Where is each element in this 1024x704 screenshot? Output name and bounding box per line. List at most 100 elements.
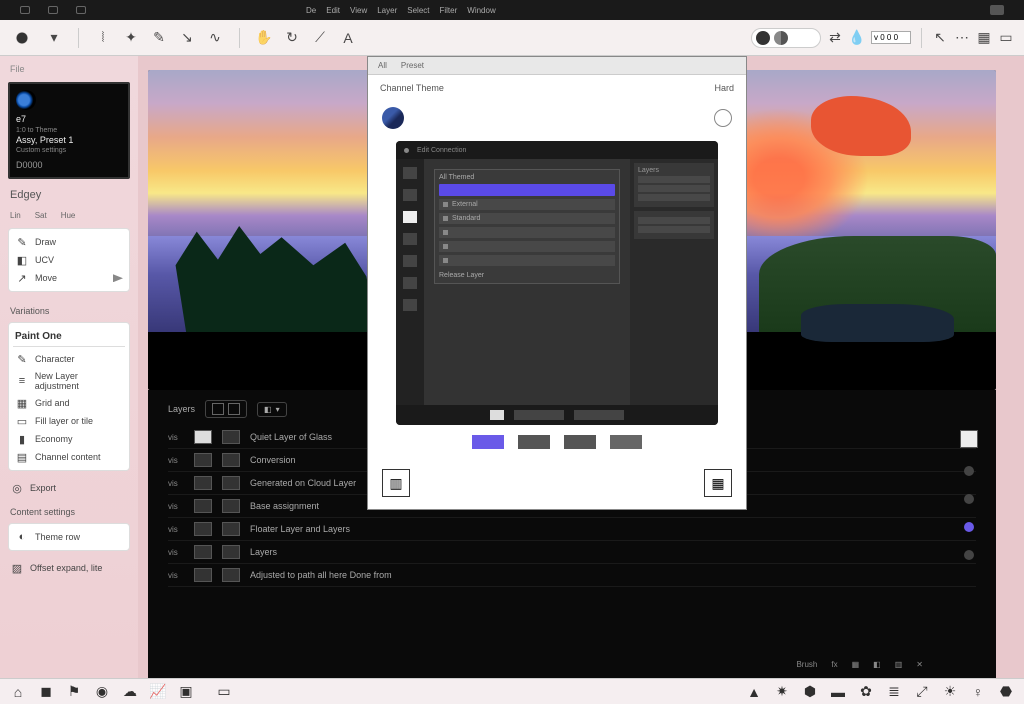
chart-icon[interactable]: 📈	[150, 684, 166, 700]
sidebar-item-grid[interactable]: ▦Grid and	[13, 394, 125, 412]
layers-right-tools	[960, 430, 978, 560]
chat-icon[interactable]: ▬	[830, 684, 846, 700]
layers-icon[interactable]: ≣	[886, 684, 902, 700]
flag-icon[interactable]: ⚑	[66, 684, 82, 700]
sidebar-item-economy[interactable]: ▮Economy	[13, 430, 125, 448]
os-tray-icon[interactable]	[990, 5, 1004, 15]
tools-group: ✎Draw ◧UCV ↗Move	[8, 228, 130, 292]
sidebar-bottom-note: ▨Offset expand, lite	[8, 559, 130, 577]
tree-icon[interactable]: ⬢	[802, 684, 818, 700]
mode-row[interactable]: LinSatHue	[10, 211, 128, 220]
content-heading: Content settings	[10, 507, 128, 517]
char-icon: ✎	[15, 353, 29, 365]
preview-sidebar	[396, 159, 424, 405]
dot-icon[interactable]	[964, 550, 974, 560]
preview-right: Layers	[630, 159, 718, 405]
sidebar-item-theme[interactable]: ◐Theme row	[13, 528, 125, 546]
wand-icon[interactable]: ✦	[123, 30, 139, 46]
swatch[interactable]	[610, 435, 642, 449]
marker-icon[interactable]: ⬣	[998, 684, 1014, 700]
preview-bottom	[396, 405, 718, 425]
swap-icon[interactable]: ⇄	[827, 30, 843, 46]
chevron-icon	[113, 274, 123, 282]
bulb-icon[interactable]: ♀	[970, 684, 986, 700]
layers-footer[interactable]: Brushfx▦◧▥✕	[793, 659, 926, 670]
grid2-icon: ▦	[15, 397, 29, 409]
sidebar-item-draw[interactable]: ✎Draw	[13, 233, 125, 251]
swatch[interactable]	[518, 435, 550, 449]
lines-icon: ≡	[15, 375, 29, 387]
layer-opts-segment[interactable]: ◧▾	[257, 402, 287, 417]
refresh-icon[interactable]	[714, 109, 732, 127]
layers-label: Layers	[168, 404, 195, 414]
up-icon[interactable]: ▲	[746, 684, 762, 700]
dialog-mode: Hard	[714, 83, 734, 93]
content-group: ◐Theme row	[8, 523, 130, 551]
tool-options-bar: ▾ ⦚ ✦ ✎ ↘ ∿ ✋ ↻ ⟋ A ⇄ 💧 ↖ ⋯ ▦ ▭	[0, 20, 1024, 56]
layer-mode-segment[interactable]	[205, 400, 247, 418]
eyedrop-icon[interactable]: ⟋	[312, 30, 328, 46]
panel-icon[interactable]: ▭	[998, 30, 1014, 46]
circle-icon[interactable]: ◉	[94, 684, 110, 700]
apply-button[interactable]: ▦	[704, 469, 732, 497]
color-swatch[interactable]	[960, 430, 978, 448]
lasso-icon[interactable]: ⦚	[95, 30, 111, 46]
split-icon: ◧	[15, 254, 29, 266]
window-icon[interactable]: ▭	[216, 684, 232, 700]
sidebar-item-channel[interactable]: ▤Channel content	[13, 448, 125, 466]
swatch[interactable]	[564, 435, 596, 449]
app-menu[interactable]: DeEditViewLayerSelectFilterWindow	[306, 6, 496, 15]
layer-row[interactable]: visAdjusted to path all here Done from	[168, 564, 976, 587]
gear-icon[interactable]: ✿	[858, 684, 874, 700]
fill-icon[interactable]: ◼	[38, 684, 54, 700]
drop-icon[interactable]: 💧	[849, 30, 865, 46]
target-icon: ◎	[10, 482, 24, 494]
sidebar-item-character[interactable]: ✎Character	[13, 350, 125, 368]
more-icon[interactable]: ⋯	[954, 30, 970, 46]
rows-icon: ▤	[15, 451, 29, 463]
mode-label: Edgey	[10, 189, 128, 201]
sidebar-item-fill[interactable]: ▭Fill layer or tile	[13, 412, 125, 430]
dot-icon[interactable]	[964, 466, 974, 476]
dialog-tabs[interactable]: AllPreset	[368, 57, 746, 75]
image-icon[interactable]: ▣	[178, 684, 194, 700]
sidebar-item-newlayer[interactable]: ≡New Layer adjustment	[13, 368, 125, 394]
theme-swatches[interactable]	[368, 431, 746, 453]
rotate-icon[interactable]: ↻	[284, 30, 300, 46]
theme-preview[interactable]: Edit Connection All Themed External Stan…	[396, 141, 718, 425]
planet-thumb-icon	[16, 90, 36, 110]
layer-row[interactable]: visLayers	[168, 541, 976, 564]
sun-icon[interactable]: ☀	[942, 684, 958, 700]
move-icon: ↗	[15, 272, 29, 284]
brush-preview-icon[interactable]	[10, 26, 34, 50]
pen-icon[interactable]: ✎	[151, 30, 167, 46]
os-menubar: DeEditViewLayerSelectFilterWindow	[0, 0, 1024, 20]
tex-icon: ▨	[10, 562, 24, 574]
swatch[interactable]	[472, 435, 504, 449]
home-icon[interactable]: ⌂	[10, 684, 26, 700]
window-controls	[20, 6, 86, 14]
expand-icon[interactable]: ⤢	[914, 684, 930, 700]
dropdown-icon[interactable]: ▾	[46, 30, 62, 46]
splash-icon[interactable]: ✷	[774, 684, 790, 700]
half-icon: ◐	[15, 531, 29, 543]
cursor-icon[interactable]: ↖	[932, 30, 948, 46]
sidebar-item-move[interactable]: ↗Move	[13, 269, 125, 287]
hand-icon[interactable]: ✋	[256, 30, 272, 46]
layout-button[interactable]: ▥	[382, 469, 410, 497]
layer-row[interactable]: visFloater Layer and Layers	[168, 518, 976, 541]
dot-icon[interactable]	[964, 522, 974, 532]
sidebar-item-export[interactable]: ◎Export	[8, 479, 130, 497]
document-card[interactable]: e7 1:0 to Theme Assy, Preset 1 Custom se…	[8, 82, 130, 179]
text-icon[interactable]: A	[340, 30, 356, 46]
arrow-icon[interactable]: ↘	[179, 30, 195, 46]
dot-icon[interactable]	[964, 494, 974, 504]
curve-icon[interactable]: ∿	[207, 30, 223, 46]
color-mode-pill[interactable]	[751, 28, 821, 48]
value-input[interactable]	[871, 31, 911, 44]
sidebar-tab[interactable]: File	[10, 64, 128, 74]
cloud-icon[interactable]: ☁	[122, 684, 138, 700]
preview-title: Edit Connection	[417, 147, 466, 154]
grid-icon[interactable]: ▦	[976, 30, 992, 46]
sidebar-item-ucv[interactable]: ◧UCV	[13, 251, 125, 269]
